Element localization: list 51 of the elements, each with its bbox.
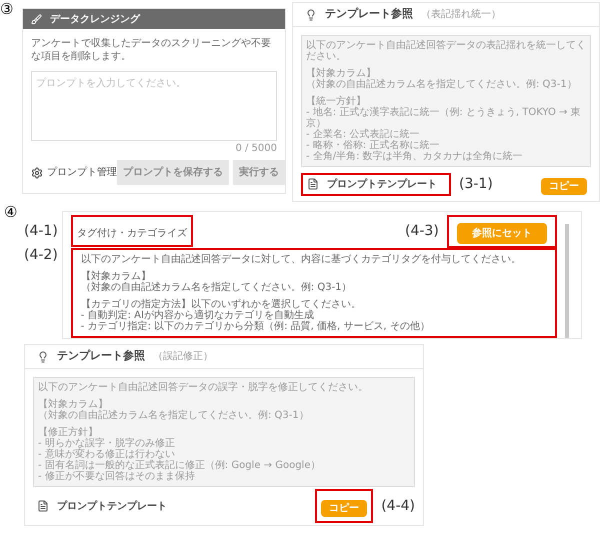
prompt-text-line: 【修正方針】 xyxy=(38,427,98,438)
lightbulb-icon xyxy=(305,8,317,20)
callout-label: (4-4) xyxy=(381,497,415,515)
prompt-text-line: - 意味が変わる修正は行わない xyxy=(38,449,176,460)
step-marker: ④ xyxy=(4,205,18,220)
section-title: タグ付け・カテゴライズ xyxy=(76,228,187,239)
prompt-text-line: - カテゴリ指定: 以下のカテゴリから分類（例: 品質, 価格, サービス, その他） xyxy=(80,321,431,332)
callout-label: (4-3) xyxy=(405,222,439,240)
prompt-text-line: - 固有名詞は一般的な正式表記に修正（例: Gogle → Google） xyxy=(38,460,322,471)
document-icon xyxy=(307,178,319,190)
callout-label: (4-2) xyxy=(24,246,58,264)
prompt-text-line: 【対象カラム】 xyxy=(38,399,108,410)
prompt-text-line: - 明らかな誤字・脱字のみ修正 xyxy=(38,438,176,449)
prompt-text-line: 【統一方針】 xyxy=(306,96,367,107)
prompt-text-line: 【カテゴリの指定方法】以下のいずれかを選択してください。 xyxy=(80,299,362,310)
card-subtitle: （誤記修正） xyxy=(153,350,213,364)
prompt-text-line: 【対象カラム】 xyxy=(306,68,376,79)
prompt-text-line: 以下のアンケート自由記述回答データの表記揺れを統一してください。 xyxy=(306,40,586,62)
prompt-text-line: 【対象カラム】 xyxy=(80,271,151,282)
template-label: プロンプトテンプレート xyxy=(57,499,167,514)
prompt-text-line: - 地名: 正式な漢字表記に統一（例: とうきょう, TOKYO → 東京） xyxy=(306,107,582,129)
set-reference-button[interactable]: 参照にセット xyxy=(456,222,547,244)
card-subtitle: （表記揺れ統一） xyxy=(421,8,501,22)
card-description: アンケートで収集したデータのスクリーニングや不要な項目を削除します。 xyxy=(31,37,272,63)
prompt-text-line: - 自動判定: AIが内容から適切なカテゴリを自動生成 xyxy=(80,310,315,321)
prompt-text-line: （対象の自由記述カラム名を指定してください。例: Q3-1） xyxy=(306,79,578,90)
prompt-text-line: - 企業名: 公式表記に統一 xyxy=(306,129,420,140)
character-count: 0 / 5000 xyxy=(235,142,277,156)
card-title: テンプレート参照 xyxy=(325,6,413,22)
prompt-text-line: （対象の自由記述カラム名を指定してください。例: Q3-1） xyxy=(80,282,353,293)
template-label: プロンプトテンプレート xyxy=(327,177,437,192)
card-title: テンプレート参照 xyxy=(57,348,145,364)
callout-label: (3-1) xyxy=(459,175,493,193)
copy-button[interactable]: コピー xyxy=(321,500,368,517)
prompt-text-line: 以下のアンケート自由記述回答データの誤字・脱字を修正してください。 xyxy=(38,382,369,393)
callout-label: (4-1) xyxy=(24,222,58,240)
settings-icon xyxy=(31,166,43,178)
prompt-text-line: - 修正が不要な回答はそのまま保持 xyxy=(38,471,196,482)
prompt-text-line: 以下のアンケート自由記述回答データに対して、内容に基づくカテゴリタグを付与してください。 xyxy=(80,254,522,265)
prompt-input-field[interactable]: プロンプトを入力してください。 xyxy=(31,71,277,141)
card-title: データクレンジング xyxy=(50,12,140,26)
prompt-text-line: - 略称・俗称: 正式名称に統一 xyxy=(306,140,440,151)
copy-button[interactable]: コピー xyxy=(541,178,587,195)
prompt-text-line: - 全角/半角: 数字は半角、カタカナは全角に統一 xyxy=(306,151,524,162)
scrollbar[interactable] xyxy=(564,224,569,338)
step-marker: ③ xyxy=(0,2,14,17)
prompt-manage-link[interactable]: プロンプト管理 xyxy=(31,165,117,180)
lightbulb-icon xyxy=(37,350,49,362)
prompt-text-line: （対象の自由記述カラム名を指定してください。例: Q3-1） xyxy=(38,410,310,421)
document-icon xyxy=(37,500,49,512)
brush-icon xyxy=(31,14,42,24)
